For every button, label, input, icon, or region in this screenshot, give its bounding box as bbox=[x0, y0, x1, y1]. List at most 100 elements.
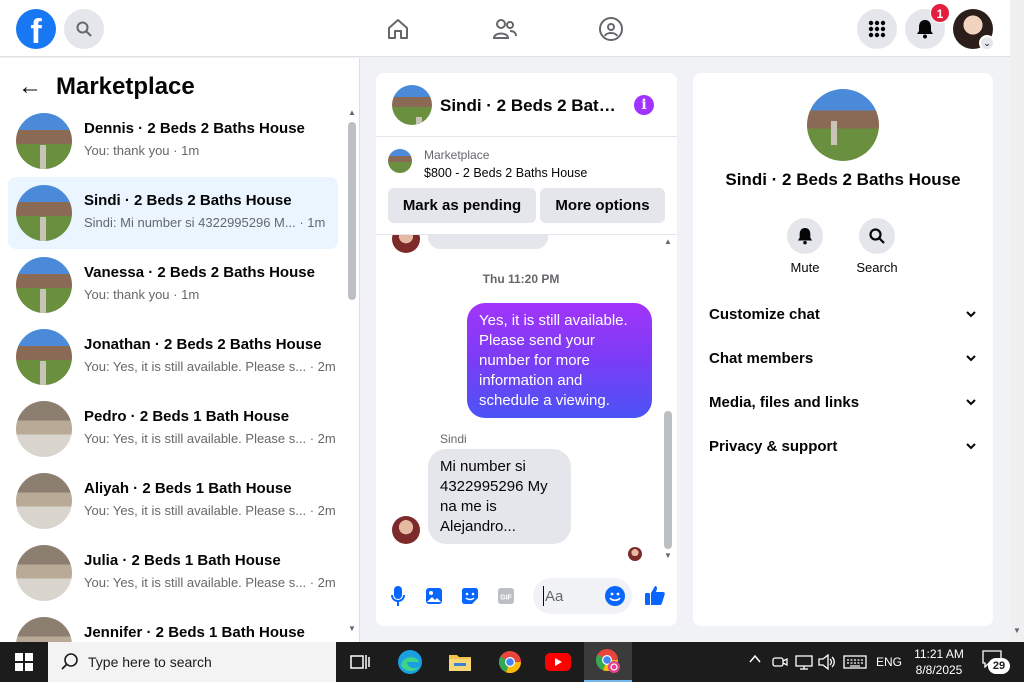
message-thread-scrollbar[interactable]: ▲ ▼ bbox=[663, 237, 673, 561]
photo-icon bbox=[426, 588, 442, 604]
listing-thumbnail bbox=[16, 329, 72, 385]
voice-clip-button[interactable] bbox=[388, 586, 408, 606]
chrome-profile-icon bbox=[595, 649, 620, 673]
thumbs-up-icon bbox=[645, 586, 665, 605]
conversation-list-scrollbar[interactable]: ▲ ▼ bbox=[347, 108, 357, 634]
groups-tab[interactable] bbox=[596, 14, 626, 44]
like-button[interactable] bbox=[644, 584, 666, 606]
conversation-item[interactable]: Jennifer · 2 Beds 1 Bath House bbox=[8, 609, 338, 642]
mark-as-pending-button[interactable]: Mark as pending bbox=[388, 188, 536, 223]
conversation-preview: You: Yes, it is still available. Please … bbox=[84, 575, 336, 590]
scroll-down-arrow-icon[interactable]: ▼ bbox=[663, 551, 673, 560]
system-clock[interactable]: 11:21 AM 8/8/2025 bbox=[906, 646, 972, 678]
keyboard-icon[interactable] bbox=[843, 654, 867, 673]
conversation-item[interactable]: Dennis · 2 Beds 2 Baths House You: thank… bbox=[8, 105, 338, 177]
scroll-down-arrow-icon[interactable]: ▼ bbox=[1012, 626, 1022, 635]
listing-thumbnail bbox=[16, 617, 72, 642]
scrollbar-thumb[interactable] bbox=[664, 411, 672, 549]
conversation-preview: Sindi: Mi number si 4322995296 M... · 1m bbox=[84, 215, 326, 230]
listing-thumbnail bbox=[16, 473, 72, 529]
input-language[interactable]: ENG bbox=[876, 655, 902, 669]
scroll-down-arrow-icon[interactable]: ▼ bbox=[347, 624, 357, 633]
conversation-details-panel: Sindi · 2 Beds 2 Baths House Mute Search… bbox=[693, 73, 993, 626]
scroll-up-arrow-icon[interactable]: ▲ bbox=[663, 237, 673, 246]
message-input[interactable] bbox=[543, 586, 599, 606]
facebook-logo-icon[interactable]: f bbox=[16, 9, 56, 49]
conversation-title: Dennis · 2 Beds 2 Baths House bbox=[84, 120, 305, 137]
bell-icon bbox=[797, 228, 813, 245]
scroll-up-arrow-icon[interactable]: ▲ bbox=[347, 108, 357, 117]
volume-icon[interactable] bbox=[818, 653, 836, 673]
taskbar-search-placeholder: Type here to search bbox=[88, 654, 212, 670]
scrollbar-thumb[interactable] bbox=[348, 122, 356, 300]
windows-taskbar: Type here to search ENG 11:21 AM 8/8/202… bbox=[0, 642, 1024, 682]
media-files-links-section[interactable]: Media, files and links bbox=[709, 390, 977, 414]
taskbar-app-chrome-profile-active[interactable] bbox=[584, 642, 632, 682]
conversation-item-active[interactable]: Sindi · 2 Beds 2 Baths House Sindi: Mi n… bbox=[8, 177, 338, 249]
taskbar-search-box[interactable]: Type here to search bbox=[48, 642, 336, 682]
search-conversation-button[interactable]: Search bbox=[847, 218, 907, 275]
account-chevron-icon[interactable]: ⌄ bbox=[979, 35, 995, 51]
listing-source-label: Marketplace bbox=[424, 148, 490, 162]
conversation-item[interactable]: Julia · 2 Beds 1 Bath House You: Yes, it… bbox=[8, 537, 338, 609]
chevron-down-icon bbox=[965, 396, 977, 408]
notification-count-badge: 29 bbox=[988, 658, 1010, 674]
listing-photo[interactable] bbox=[807, 89, 879, 161]
listing-price[interactable]: $800 - 2 Beds 2 Baths House bbox=[424, 166, 587, 180]
window-scrollbar[interactable]: ▼ bbox=[1010, 0, 1024, 642]
taskbar-app-youtube[interactable] bbox=[534, 642, 582, 682]
task-view-button[interactable] bbox=[336, 642, 384, 682]
taskbar-app-edge[interactable] bbox=[386, 642, 434, 682]
conversation-title: Jonathan · 2 Beds 2 Baths House bbox=[84, 336, 322, 353]
conversation-item[interactable]: Jonathan · 2 Beds 2 Baths House You: Yes… bbox=[8, 321, 338, 393]
listing-summary: Marketplace $800 - 2 Beds 2 Baths House … bbox=[376, 137, 677, 235]
taskbar-app-file-explorer[interactable] bbox=[436, 642, 484, 682]
info-icon[interactable]: i bbox=[634, 95, 654, 115]
search-icon-container bbox=[859, 218, 895, 254]
gif-icon: GIF bbox=[498, 588, 514, 604]
conversation-item[interactable]: Pedro · 2 Beds 1 Bath House You: Yes, it… bbox=[8, 393, 338, 465]
menu-button[interactable] bbox=[857, 9, 897, 49]
meet-now-icon[interactable] bbox=[772, 654, 788, 673]
back-arrow-icon[interactable]: ← bbox=[18, 73, 48, 101]
conversation-preview: You: thank you · 1m bbox=[84, 143, 200, 158]
home-tab[interactable] bbox=[383, 14, 413, 44]
clock-time: 11:21 AM bbox=[914, 647, 964, 661]
start-button[interactable] bbox=[0, 642, 48, 682]
customize-chat-section[interactable]: Customize chat bbox=[709, 302, 977, 326]
conversation-item[interactable]: Vanessa · 2 Beds 2 Baths House You: than… bbox=[8, 249, 338, 321]
chat-panel: Sindi · 2 Beds 2 Bath... i Marketplace $… bbox=[376, 73, 677, 626]
conversation-preview: You: Yes, it is still available. Please … bbox=[84, 431, 336, 446]
conversation-title: Vanessa · 2 Beds 2 Baths House bbox=[84, 264, 315, 281]
conversation-title: Aliyah · 2 Beds 1 Bath House bbox=[84, 480, 292, 497]
action-center-button[interactable]: 29 bbox=[982, 650, 1010, 674]
folder-icon bbox=[449, 655, 471, 671]
youtube-icon bbox=[545, 653, 571, 671]
section-label: Media, files and links bbox=[709, 393, 860, 411]
chrome-icon bbox=[498, 651, 522, 674]
top-navigation-bar: f 1 ⌄ bbox=[0, 0, 1010, 57]
chat-title[interactable]: Sindi · 2 Beds 2 Bath... bbox=[440, 96, 616, 116]
privacy-support-section[interactable]: Privacy & support bbox=[709, 434, 977, 458]
task-view-icon bbox=[350, 655, 370, 669]
listing-thumbnail[interactable] bbox=[388, 149, 412, 173]
search-button[interactable] bbox=[64, 9, 104, 49]
details-title: Sindi · 2 Beds 2 Baths House bbox=[725, 170, 961, 189]
mute-button[interactable]: Mute bbox=[775, 218, 835, 275]
show-hidden-icons-chevron[interactable] bbox=[748, 652, 762, 669]
network-icon[interactable] bbox=[795, 654, 813, 673]
listing-thumbnail bbox=[16, 257, 72, 313]
more-options-button[interactable]: More options bbox=[540, 188, 665, 223]
taskbar-app-chrome[interactable] bbox=[486, 642, 534, 682]
emoji-icon[interactable] bbox=[605, 586, 625, 606]
gif-button[interactable]: GIF bbox=[496, 586, 516, 606]
chat-listing-thumbnail[interactable] bbox=[392, 85, 432, 125]
attach-photo-button[interactable] bbox=[424, 586, 444, 606]
sticker-button[interactable] bbox=[460, 586, 480, 606]
chat-members-section[interactable]: Chat members bbox=[709, 346, 977, 370]
message-bubble-outgoing: Yes, it is still available. Please send … bbox=[467, 303, 652, 418]
message-input-container[interactable] bbox=[533, 578, 632, 614]
chevron-down-icon bbox=[965, 352, 977, 364]
friends-tab[interactable] bbox=[490, 14, 520, 44]
conversation-item[interactable]: Aliyah · 2 Beds 1 Bath House You: Yes, i… bbox=[8, 465, 338, 537]
